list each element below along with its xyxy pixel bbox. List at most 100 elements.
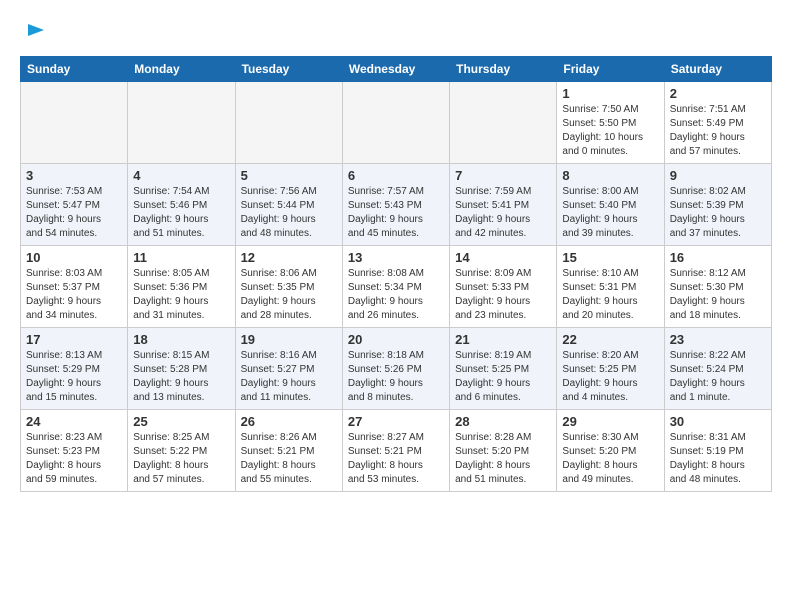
day-info: Sunrise: 8:02 AM Sunset: 5:39 PM Dayligh… [670,185,766,241]
day-number: 16 [670,250,766,265]
day-number: 7 [455,168,551,183]
day-info: Sunrise: 8:27 AM Sunset: 5:21 PM Dayligh… [348,431,444,487]
day-number: 8 [562,168,658,183]
logo [20,20,46,40]
week-row-2: 3 Sunrise: 7:53 AM Sunset: 5:47 PM Daylig… [21,164,772,246]
calendar-cell: 1 Sunrise: 7:50 AM Sunset: 5:50 PM Daylig… [557,82,664,164]
day-info: Sunrise: 7:50 AM Sunset: 5:50 PM Dayligh… [562,103,658,159]
calendar-cell: 11Sunrise: 8:05 AM Sunset: 5:36 PM Dayli… [128,246,235,328]
day-info: Sunrise: 8:16 AM Sunset: 5:27 PM Dayligh… [241,349,337,405]
calendar-cell: 10 Sunrise: 8:03 AM Sunset: 5:37 PM Dayli… [21,246,128,328]
day-number: 12 [241,250,337,265]
day-number: 4 [133,168,229,183]
day-info: Sunrise: 8:15 AM Sunset: 5:28 PM Dayligh… [133,349,229,405]
day-number: 19 [241,332,337,347]
day-number: 10 [26,250,122,265]
day-number: 9 [670,168,766,183]
calendar-cell [128,82,235,164]
calendar-cell: 29Sunrise: 8:30 AM Sunset: 5:20 PM Dayli… [557,410,664,492]
day-number: 18 [133,332,229,347]
day-number: 30 [670,414,766,429]
day-info: Sunrise: 8:03 AM Sunset: 5:37 PM Dayligh… [26,267,122,323]
week-row-4: 17 Sunrise: 8:13 AM Sunset: 5:29 PM Dayli… [21,328,772,410]
calendar-cell: 2 Sunrise: 7:51 AM Sunset: 5:49 PM Daylig… [664,82,771,164]
day-info: Sunrise: 8:18 AM Sunset: 5:26 PM Dayligh… [348,349,444,405]
day-number: 5 [241,168,337,183]
calendar-cell [235,82,342,164]
day-info: Sunrise: 8:13 AM Sunset: 5:29 PM Dayligh… [26,349,122,405]
calendar-cell: 25Sunrise: 8:25 AM Sunset: 5:22 PM Dayli… [128,410,235,492]
day-number: 20 [348,332,444,347]
day-info: Sunrise: 8:09 AM Sunset: 5:33 PM Dayligh… [455,267,551,323]
calendar-cell: 27Sunrise: 8:27 AM Sunset: 5:21 PM Dayli… [342,410,449,492]
day-info: Sunrise: 8:06 AM Sunset: 5:35 PM Dayligh… [241,267,337,323]
week-row-1: 1 Sunrise: 7:50 AM Sunset: 5:50 PM Daylig… [21,82,772,164]
calendar-cell: 21 Sunrise: 8:19 AM Sunset: 5:25 PM Dayli… [450,328,557,410]
day-number: 28 [455,414,551,429]
day-info: Sunrise: 7:54 AM Sunset: 5:46 PM Dayligh… [133,185,229,241]
calendar-cell: 5 Sunrise: 7:56 AM Sunset: 5:44 PM Daylig… [235,164,342,246]
day-number: 6 [348,168,444,183]
day-info: Sunrise: 8:23 AM Sunset: 5:23 PM Dayligh… [26,431,122,487]
calendar-cell: 15 Sunrise: 8:10 AM Sunset: 5:31 PM Dayli… [557,246,664,328]
calendar-cell: 24Sunrise: 8:23 AM Sunset: 5:23 PM Dayli… [21,410,128,492]
calendar-cell [342,82,449,164]
weekday-saturday: Saturday [664,57,771,82]
calendar-cell: 9 Sunrise: 8:02 AM Sunset: 5:39 PM Daylig… [664,164,771,246]
day-number: 1 [562,86,658,101]
day-info: Sunrise: 7:53 AM Sunset: 5:47 PM Dayligh… [26,185,122,241]
calendar-cell: 4 Sunrise: 7:54 AM Sunset: 5:46 PM Daylig… [128,164,235,246]
calendar-cell: 16 Sunrise: 8:12 AM Sunset: 5:30 PM Dayli… [664,246,771,328]
day-number: 22 [562,332,658,347]
calendar-cell [450,82,557,164]
day-info: Sunrise: 8:10 AM Sunset: 5:31 PM Dayligh… [562,267,658,323]
day-info: Sunrise: 7:57 AM Sunset: 5:43 PM Dayligh… [348,185,444,241]
calendar-cell [21,82,128,164]
day-info: Sunrise: 8:20 AM Sunset: 5:25 PM Dayligh… [562,349,658,405]
calendar-table: SundayMondayTuesdayWednesdayThursdayFrid… [20,56,772,492]
calendar-cell: 6 Sunrise: 7:57 AM Sunset: 5:43 PM Daylig… [342,164,449,246]
calendar-cell: 18 Sunrise: 8:15 AM Sunset: 5:28 PM Dayli… [128,328,235,410]
weekday-sunday: Sunday [21,57,128,82]
weekday-friday: Friday [557,57,664,82]
day-info: Sunrise: 8:12 AM Sunset: 5:30 PM Dayligh… [670,267,766,323]
day-number: 3 [26,168,122,183]
day-info: Sunrise: 8:19 AM Sunset: 5:25 PM Dayligh… [455,349,551,405]
day-number: 2 [670,86,766,101]
day-number: 26 [241,414,337,429]
calendar-cell: 22 Sunrise: 8:20 AM Sunset: 5:25 PM Dayli… [557,328,664,410]
calendar-cell: 20 Sunrise: 8:18 AM Sunset: 5:26 PM Dayli… [342,328,449,410]
calendar-cell: 3 Sunrise: 7:53 AM Sunset: 5:47 PM Daylig… [21,164,128,246]
day-info: Sunrise: 8:26 AM Sunset: 5:21 PM Dayligh… [241,431,337,487]
day-info: Sunrise: 8:31 AM Sunset: 5:19 PM Dayligh… [670,431,766,487]
calendar-cell: 26 Sunrise: 8:26 AM Sunset: 5:21 PM Dayli… [235,410,342,492]
day-number: 15 [562,250,658,265]
day-info: Sunrise: 7:56 AM Sunset: 5:44 PM Dayligh… [241,185,337,241]
day-info: Sunrise: 7:51 AM Sunset: 5:49 PM Dayligh… [670,103,766,159]
day-info: Sunrise: 7:59 AM Sunset: 5:41 PM Dayligh… [455,185,551,241]
calendar-cell: 8 Sunrise: 8:00 AM Sunset: 5:40 PM Daylig… [557,164,664,246]
day-info: Sunrise: 8:22 AM Sunset: 5:24 PM Dayligh… [670,349,766,405]
logo-arrow-icon [26,20,46,40]
week-row-3: 10 Sunrise: 8:03 AM Sunset: 5:37 PM Dayli… [21,246,772,328]
day-number: 21 [455,332,551,347]
calendar-cell: 28 Sunrise: 8:28 AM Sunset: 5:20 PM Dayli… [450,410,557,492]
day-number: 17 [26,332,122,347]
calendar-cell: 7 Sunrise: 7:59 AM Sunset: 5:41 PM Daylig… [450,164,557,246]
weekday-thursday: Thursday [450,57,557,82]
day-number: 14 [455,250,551,265]
day-number: 11 [133,250,229,265]
day-info: Sunrise: 8:00 AM Sunset: 5:40 PM Dayligh… [562,185,658,241]
weekday-tuesday: Tuesday [235,57,342,82]
day-number: 13 [348,250,444,265]
week-row-5: 24Sunrise: 8:23 AM Sunset: 5:23 PM Dayli… [21,410,772,492]
weekday-monday: Monday [128,57,235,82]
day-info: Sunrise: 8:28 AM Sunset: 5:20 PM Dayligh… [455,431,551,487]
day-number: 29 [562,414,658,429]
page-header [20,20,772,40]
weekday-header-row: SundayMondayTuesdayWednesdayThursdayFrid… [21,57,772,82]
weekday-wednesday: Wednesday [342,57,449,82]
calendar-cell: 23Sunrise: 8:22 AM Sunset: 5:24 PM Dayli… [664,328,771,410]
calendar-cell: 13 Sunrise: 8:08 AM Sunset: 5:34 PM Dayli… [342,246,449,328]
day-info: Sunrise: 8:08 AM Sunset: 5:34 PM Dayligh… [348,267,444,323]
